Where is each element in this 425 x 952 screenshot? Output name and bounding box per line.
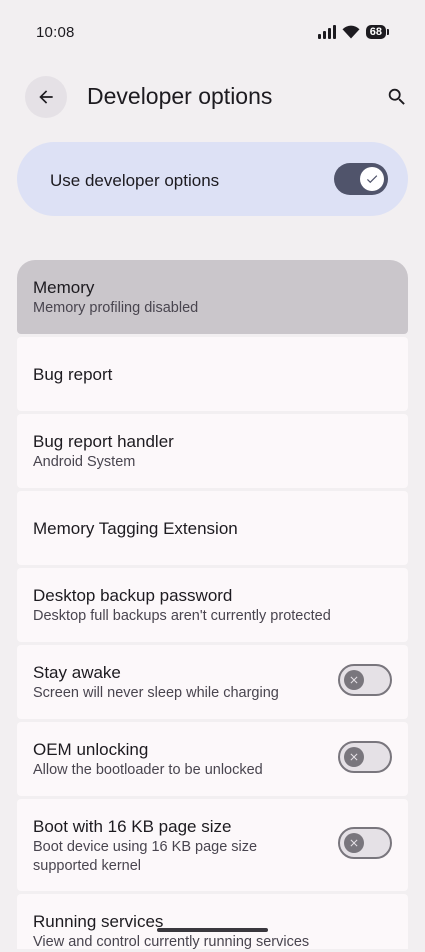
close-icon <box>350 839 358 847</box>
boot-16kb-page-size-switch[interactable] <box>338 827 392 859</box>
battery-level: 68 <box>365 25 386 39</box>
page-title: Developer options <box>87 83 273 109</box>
list-item-oem-unlocking[interactable]: OEM unlocking Allow the bootloader to be… <box>17 722 408 796</box>
close-icon <box>350 676 358 684</box>
item-title: Bug report <box>33 365 113 384</box>
item-title: Desktop backup password <box>33 586 233 605</box>
use-developer-options-switch[interactable] <box>334 163 388 195</box>
close-icon <box>350 753 358 761</box>
switch-thumb <box>344 747 364 767</box>
item-summary: Allow the bootloader to be unlocked <box>33 762 263 778</box>
use-developer-options-label: Use developer options <box>50 171 220 190</box>
search-icon <box>388 88 405 105</box>
list-item-desktop-backup-password[interactable]: Desktop backup password Desktop full bac… <box>17 568 408 642</box>
search-button[interactable] <box>383 83 411 111</box>
arrow-back-icon <box>39 90 53 104</box>
item-summary: View and control currently running servi… <box>33 934 310 950</box>
signal-icon <box>317 25 336 39</box>
item-title: Boot with 16 KB page size <box>33 817 232 836</box>
item-title: Bug report handler <box>33 432 174 451</box>
stay-awake-switch[interactable] <box>338 664 392 696</box>
status-time: 10:08 <box>36 24 75 41</box>
battery-icon: 68 <box>365 25 389 39</box>
oem-unlocking-switch[interactable] <box>338 741 392 773</box>
status-bar: 10:08 68 <box>0 0 425 66</box>
home-indicator[interactable] <box>157 928 268 932</box>
back-button[interactable] <box>25 76 67 118</box>
list-item-bug-report[interactable]: Bug report <box>17 337 408 411</box>
list-item-memory-tagging-extension[interactable]: Memory Tagging Extension <box>17 491 408 565</box>
status-icons: 68 <box>317 25 389 39</box>
switch-thumb <box>344 833 364 853</box>
list-item-boot-16kb-page-size[interactable]: Boot with 16 KB page size Boot device us… <box>17 799 408 891</box>
switch-thumb <box>360 167 384 191</box>
item-summary: Desktop full backups aren't currently pr… <box>33 608 331 624</box>
item-title: OEM unlocking <box>33 740 149 759</box>
top-app-bar: Developer options <box>0 66 425 128</box>
switch-thumb <box>344 670 364 690</box>
list-item-running-services[interactable]: Running services View and control curren… <box>17 894 408 950</box>
wifi-icon <box>342 25 360 39</box>
item-summary: Boot device using 16 KB page size suppor… <box>33 839 258 874</box>
item-summary: Memory profiling disabled <box>33 300 199 316</box>
list-item-memory[interactable]: Memory Memory profiling disabled <box>17 260 408 334</box>
item-title: Memory <box>33 278 95 297</box>
item-title: Running services <box>33 912 164 931</box>
list-item-stay-awake[interactable]: Stay awake Screen will never sleep while… <box>17 645 408 719</box>
item-summary: Screen will never sleep while charging <box>33 685 279 701</box>
item-summary: Android System <box>33 454 136 470</box>
check-icon <box>366 175 378 184</box>
list-item-bug-report-handler[interactable]: Bug report handler Android System <box>17 414 408 488</box>
use-developer-options-toggle[interactable]: Use developer options <box>17 142 408 216</box>
item-title: Memory Tagging Extension <box>33 519 238 538</box>
item-title: Stay awake <box>33 663 121 682</box>
